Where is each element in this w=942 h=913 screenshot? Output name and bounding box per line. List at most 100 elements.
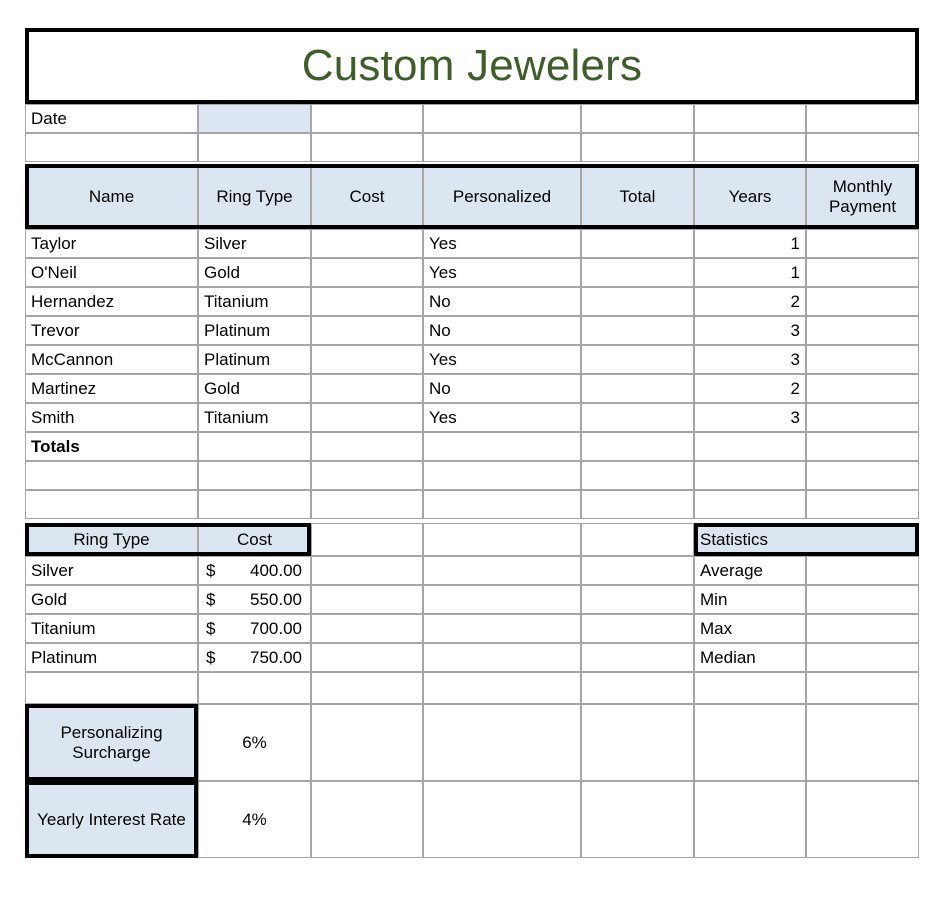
statistics-value[interactable] [806,614,919,643]
empty-cell[interactable] [581,556,694,585]
totals-monthly-payment-cell[interactable] [806,432,919,461]
empty-cell[interactable] [694,133,806,162]
empty-cell[interactable] [806,672,919,704]
empty-cell[interactable] [25,133,198,162]
cell-ring_type[interactable]: Gold [198,374,311,403]
cell-monthly_payment[interactable] [806,229,919,258]
empty-cell[interactable] [311,490,423,519]
cell-total[interactable] [581,258,694,287]
empty-cell[interactable] [581,133,694,162]
empty-cell[interactable] [198,490,311,519]
empty-cell[interactable] [423,781,581,858]
cell-total[interactable] [581,403,694,432]
price-cost[interactable]: $700.00 [198,614,311,643]
empty-cell[interactable] [311,643,423,672]
empty-cell[interactable] [806,133,919,162]
cell-personalized[interactable]: Yes [423,403,581,432]
cell-monthly_payment[interactable] [806,374,919,403]
empty-cell[interactable] [423,643,581,672]
cell-years[interactable]: 2 [694,287,806,316]
cell-name[interactable]: Taylor [25,229,198,258]
column-header-name[interactable]: Name [25,164,198,229]
cell-personalized[interactable]: Yes [423,229,581,258]
empty-cell[interactable] [311,104,423,133]
empty-cell[interactable] [423,585,581,614]
cell-ring_type[interactable]: Platinum [198,316,311,345]
empty-cell[interactable] [311,556,423,585]
totals-personalized-cell[interactable] [423,432,581,461]
cell-total[interactable] [581,374,694,403]
cell-name[interactable]: Martinez [25,374,198,403]
empty-cell[interactable] [581,672,694,704]
empty-cell[interactable] [694,490,806,519]
empty-cell[interactable] [806,704,919,781]
price-ring-type[interactable]: Titanium [25,614,198,643]
empty-cell[interactable] [581,643,694,672]
cell-years[interactable]: 3 [694,403,806,432]
empty-cell[interactable] [581,523,694,556]
empty-cell[interactable] [423,523,581,556]
empty-cell[interactable] [311,672,423,704]
empty-cell[interactable] [25,672,198,704]
cell-cost[interactable] [311,374,423,403]
cell-ring_type[interactable]: Gold [198,258,311,287]
cell-years[interactable]: 3 [694,316,806,345]
cell-monthly_payment[interactable] [806,403,919,432]
cell-ring_type[interactable]: Titanium [198,403,311,432]
empty-cell[interactable] [311,585,423,614]
empty-cell[interactable] [581,104,694,133]
empty-cell[interactable] [25,461,198,490]
cell-name[interactable]: McCannon [25,345,198,374]
cell-name[interactable]: Trevor [25,316,198,345]
cell-name[interactable]: Smith [25,403,198,432]
empty-cell[interactable] [311,781,423,858]
empty-cell[interactable] [198,672,311,704]
empty-cell[interactable] [423,461,581,490]
empty-cell[interactable] [806,461,919,490]
column-header-cost[interactable]: Cost [311,164,423,229]
statistics-header[interactable]: Statistics [694,523,919,556]
empty-cell[interactable] [423,490,581,519]
empty-cell[interactable] [423,614,581,643]
price-header-cost[interactable]: Cost [198,523,311,556]
empty-cell[interactable] [311,614,423,643]
cell-cost[interactable] [311,403,423,432]
totals-ring-type-cell[interactable] [198,432,311,461]
cell-ring_type[interactable]: Silver [198,229,311,258]
cell-years[interactable]: 3 [694,345,806,374]
price-cost[interactable]: $750.00 [198,643,311,672]
cell-ring_type[interactable]: Titanium [198,287,311,316]
column-header-monthly-payment[interactable]: Monthly Payment [806,164,919,229]
empty-cell[interactable] [198,133,311,162]
cell-monthly_payment[interactable] [806,258,919,287]
empty-cell[interactable] [581,490,694,519]
cell-years[interactable]: 2 [694,374,806,403]
cell-years[interactable]: 1 [694,229,806,258]
empty-cell[interactable] [423,704,581,781]
price-header-ring-type[interactable]: Ring Type [25,523,198,556]
yearly-interest-rate-value[interactable]: 4% [198,781,311,858]
empty-cell[interactable] [806,781,919,858]
cell-total[interactable] [581,287,694,316]
cell-personalized[interactable]: Yes [423,345,581,374]
totals-years-cell[interactable] [694,432,806,461]
cell-cost[interactable] [311,316,423,345]
cell-years[interactable]: 1 [694,258,806,287]
empty-cell[interactable] [311,523,423,556]
column-header-personalized[interactable]: Personalized [423,164,581,229]
empty-cell[interactable] [694,461,806,490]
cell-total[interactable] [581,316,694,345]
price-cost[interactable]: $400.00 [198,556,311,585]
empty-cell[interactable] [423,133,581,162]
cell-monthly_payment[interactable] [806,345,919,374]
cell-personalized[interactable]: No [423,316,581,345]
personalizing-surcharge-value[interactable]: 6% [198,704,311,781]
empty-cell[interactable] [423,672,581,704]
cell-total[interactable] [581,229,694,258]
empty-cell[interactable] [25,490,198,519]
column-header-years[interactable]: Years [694,164,806,229]
empty-cell[interactable] [311,704,423,781]
empty-cell[interactable] [311,461,423,490]
statistics-value[interactable] [806,585,919,614]
cell-ring_type[interactable]: Platinum [198,345,311,374]
